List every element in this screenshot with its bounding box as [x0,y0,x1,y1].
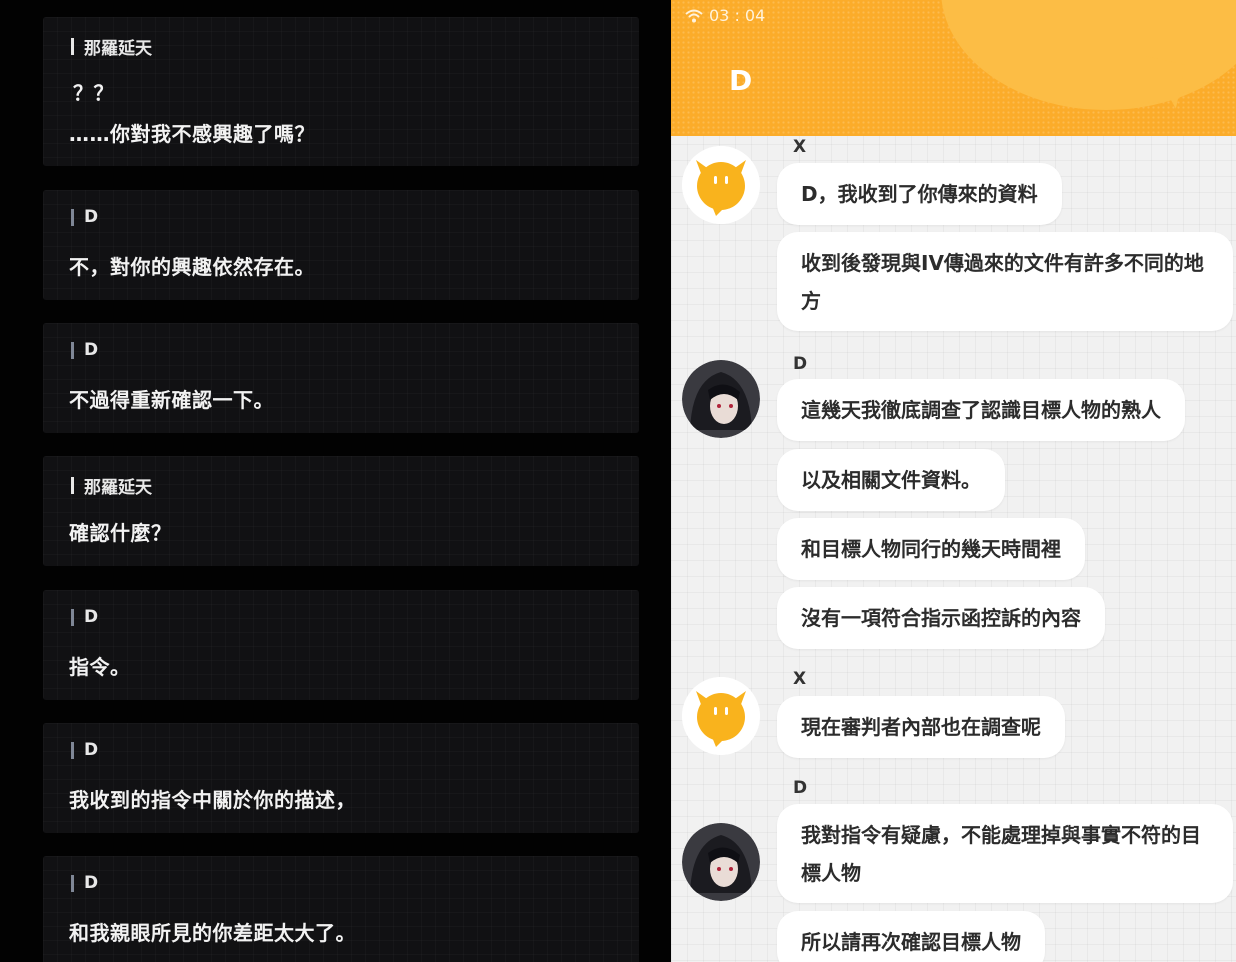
speaker-marker [71,38,74,55]
speaker-name: D [71,607,98,627]
wifi-icon [685,9,703,22]
status-time: 03 : 04 [709,6,766,25]
speaker-marker [71,741,74,759]
x-avatar[interactable] [682,146,760,224]
sender-name: D [793,778,808,798]
speech-bubble-tail [1136,56,1186,109]
chat-bubble: 所以請再次確認目標人物 [777,911,1045,962]
d-avatar-icon [682,360,760,438]
speaker-name: D [71,207,98,227]
dialogue-log[interactable]: 那羅延天 ？？ ……你對我不感興趣了嗎？ D 不，對你的興趣依然存在。 D 不過… [0,0,671,962]
x-avatar-icon [682,146,760,224]
d-avatar-icon [682,823,760,901]
log-entry: 那羅延天 ？？ ……你對我不感興趣了嗎？ [43,17,639,166]
chat-bubble: 現在審判者內部也在調查呢 [777,696,1065,758]
dialogue-line: 不，對你的興趣依然存在。 [69,255,315,279]
speaker-name: D [71,873,98,893]
chat-panel[interactable]: 03 : 04 D X D，我收到了你傳來的資料 收到後發現與IV傳過來的文件有… [671,0,1236,962]
speaker-marker [71,208,74,226]
speech-bubble-decoration [941,0,1236,110]
dialogue-line: 指令。 [69,655,131,679]
dialogue-line: ……你對我不感興趣了嗎？ [69,122,315,146]
chat-header: 03 : 04 D [671,0,1236,136]
log-entry: D 我收到的指令中關於你的描述， [43,723,639,833]
d-avatar[interactable] [682,360,760,438]
speaker-marker [71,341,74,359]
sender-name: X [793,669,807,689]
dialogue-line: 我收到的指令中關於你的描述， [69,788,356,812]
status-bar: 03 : 04 [685,6,765,25]
log-entry: 那羅延天 確認什麼？ [43,456,639,566]
chat-bubble: 這幾天我徹底調查了認識目標人物的熟人 [777,379,1185,441]
x-avatar-icon [682,677,760,755]
chat-bubble: 以及相關文件資料。 [777,449,1005,511]
chat-bubble: 收到後發現與IV傳過來的文件有許多不同的地方 [777,232,1233,331]
chat-bubble: 我對指令有疑慮，不能處理掉與事實不符的目標人物 [777,804,1233,903]
speaker-name: 那羅延天 [71,34,152,59]
d-avatar[interactable] [682,823,760,901]
chat-title: D [729,64,753,97]
log-entry: D 指令。 [43,590,639,700]
speaker-name: D [71,740,98,760]
chat-bubble: D，我收到了你傳來的資料 [777,163,1062,225]
speaker-name: D [71,340,98,360]
dialogue-line: 確認什麼？ [69,521,172,545]
log-entry: D 和我親眼所見的你差距太大了。 [43,856,639,962]
sender-name: X [793,137,807,157]
x-avatar[interactable] [682,677,760,755]
sender-name: D [793,354,808,374]
chat-bubble: 和目標人物同行的幾天時間裡 [777,518,1085,580]
log-entry: D 不，對你的興趣依然存在。 [43,190,639,300]
speaker-marker [71,608,74,626]
speaker-name: 那羅延天 [71,473,152,498]
chat-bubble: 沒有一項符合指示函控訴的內容 [777,587,1105,649]
dialogue-line: 和我親眼所見的你差距太大了。 [69,921,356,945]
speaker-marker [71,874,74,892]
log-entry: D 不過得重新確認一下。 [43,323,639,433]
dialogue-line: ？？ [73,81,114,105]
dialogue-line: 不過得重新確認一下。 [69,388,274,412]
speaker-marker [71,477,74,494]
